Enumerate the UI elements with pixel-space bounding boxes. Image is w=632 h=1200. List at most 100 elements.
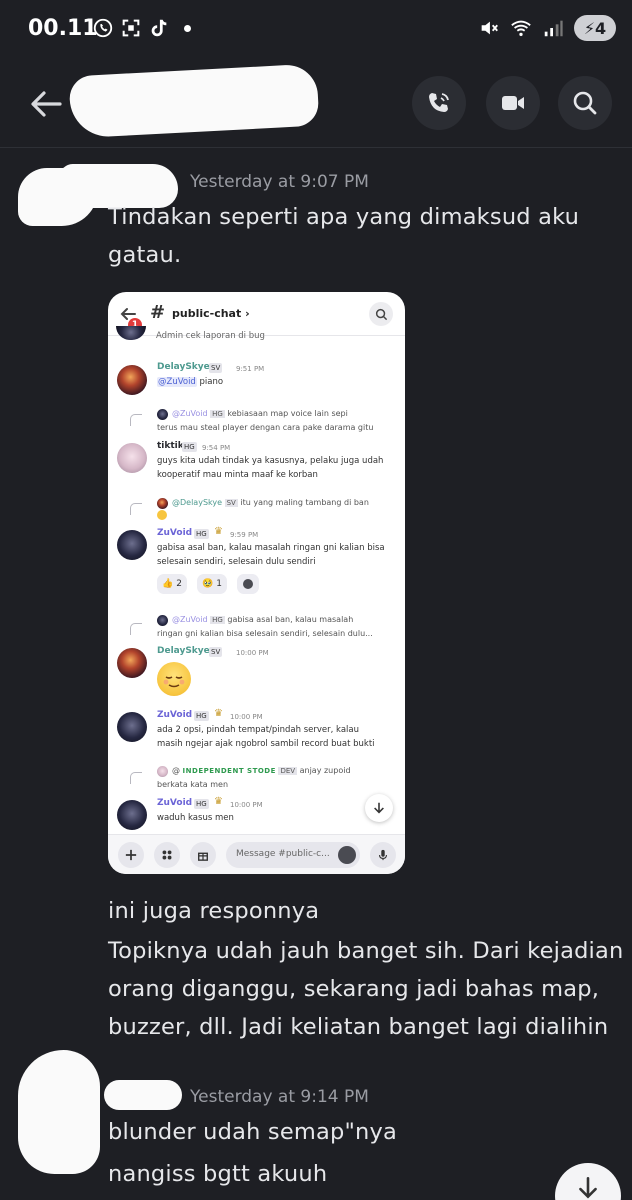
crown-icon: ♛ [214,526,223,537]
redacted-avatar [18,1050,100,1174]
message-line: nangiss bgtt akuuh [108,1161,328,1187]
embed-partial-text: Admin cek laporan di bug [156,331,265,340]
role-tag: HG [194,529,209,539]
redacted-contact-name[interactable] [68,63,320,139]
embed-time: 10:00 PM [236,649,269,657]
reply-preview-line: ringan gni kalian bisa selesain sendiri,… [157,629,373,638]
video-camera-icon [502,96,524,110]
apps-icon[interactable] [154,842,180,868]
reply-preview: @ZuVoid HG kebiasaan map voice lain sepi [172,409,348,418]
search-icon [573,91,597,115]
message-line: gatau. [108,242,182,268]
embed-message-line: gabisa asal ban, kalau masalah ringan gn… [157,543,385,553]
reaction-chip[interactable]: 👍 2 [157,574,187,594]
message-text: blunder udah semap"nya nangiss bgtt akuu… [108,1113,397,1193]
role-tag: HG [194,799,209,809]
message-timestamp: Yesterday at 9:14 PM [190,1087,369,1107]
back-arrow-icon[interactable] [26,84,66,124]
message-text: ini juga responnya Topiknya udah jauh ba… [108,892,623,1046]
embed-message-text: @ZuVoid piano [157,377,224,387]
microphone-icon[interactable] [370,842,396,868]
wifi-icon [511,20,531,37]
message-line: blunder udah semap"nya [108,1119,397,1145]
reply-preview: @ZuVoid HG gabisa asal ban, kalau masala… [172,615,354,624]
status-bar: 00.11 ⚡ 4 [0,0,632,62]
embed-message-line: guys kita udah tindak ya kasusnya, pelak… [157,456,384,466]
reply-connector [130,503,142,515]
embed-time: 10:00 PM [230,801,263,809]
reply-preview-line: berkata kata men [157,780,229,789]
embed-message-line: selesain sendiri, selesain dulu sendiri [157,557,316,567]
reply-connector [130,772,142,784]
message-line: orang diganggu, sekarang jadi bahas map, [108,976,600,1002]
plus-icon[interactable] [118,842,144,868]
crown-icon: ♛ [214,796,223,807]
avatar [157,498,168,509]
message-header: Yesterday at 9:07 PM [190,172,369,192]
arrow-down-icon [374,802,384,814]
input-placeholder: Message #public-c... [236,849,330,859]
reply-preview: @DelaySkye SV itu yang maling tambang di… [172,498,369,507]
avatar [117,800,147,830]
embed-input-bar: Message #public-c... [108,834,405,874]
avatar [157,409,168,420]
video-call-button[interactable] [486,76,540,130]
embed-channel-name: public-chat › [172,307,250,320]
phone-icon [429,93,449,112]
message-line: buzzer, dll. Jadi keliatan banget lagi d… [108,1014,609,1040]
battery-icon: ⚡ 4 [574,15,616,41]
embed-time: 9:51 PM [236,365,265,373]
notification-icons [92,17,191,39]
avatar [117,365,147,395]
relieved-emoji-icon [157,662,191,696]
gift-icon[interactable] [190,842,216,868]
role-tag: HG [194,711,209,721]
embed-username: ZuVoid [157,798,193,808]
message-timestamp: Yesterday at 9:07 PM [190,172,369,192]
embed-time: 9:59 PM [230,531,259,539]
system-icons: ⚡ 4 [478,15,616,41]
reply-preview: @ INDEPENDENT STODE DEV anjay zupoid [172,766,351,775]
embed-time: 10:00 PM [230,713,263,721]
embed-message-text: waduh kasus men [157,813,234,823]
role-tag: SV [209,647,223,657]
emoji-icon [157,510,167,520]
search-icon [369,302,393,326]
voice-call-button[interactable] [412,76,466,130]
reaction-chip[interactable]: 🥹 1 [197,574,227,594]
embed-username: DelaySkye [157,362,210,372]
message-line: Topiknya udah jauh banget sih. Dari keja… [108,938,624,964]
attached-screenshot[interactable]: 1 # public-chat › Admin cek laporan di b… [108,292,405,874]
scan-icon [122,19,140,37]
embed-username: tiktik [157,441,184,451]
reply-connector [130,623,142,635]
avatar [117,648,147,678]
avatar [116,326,146,340]
tiktok-icon [151,19,167,37]
avatar [117,530,147,560]
search-button[interactable] [558,76,612,130]
jump-to-latest-button[interactable] [555,1163,621,1200]
embed-message-input[interactable]: Message #public-c... [226,842,360,868]
embed-username: DelaySkye [157,646,210,656]
avatar [117,712,147,742]
scroll-down-button[interactable] [365,794,393,822]
emoji-picker-icon[interactable] [338,846,356,864]
message-text: Tindakan seperti apa yang dimaksud aku g… [108,198,579,274]
more-notifications-dot [184,24,191,32]
avatar [157,766,168,777]
avatar [157,615,168,626]
battery-level: 4 [595,18,607,38]
embed-time: 9:54 PM [202,444,231,452]
status-time: 00.11 [28,16,98,41]
avatar [117,443,147,473]
embed-message-line: ada 2 opsi, pindah tempat/pindah server,… [157,725,359,735]
add-reaction-button[interactable] [237,574,259,594]
crown-icon: ♛ [214,708,223,719]
reply-connector [130,414,142,426]
message-header: Yesterday at 9:14 PM [190,1087,369,1107]
signal-icon [544,20,563,37]
redacted-username [104,1080,182,1110]
embed-message-line: kooperatif mau minta maaf ke korban [157,470,318,480]
embed-message-line: masih ngejar ajak ngobrol sambil record … [157,739,375,749]
